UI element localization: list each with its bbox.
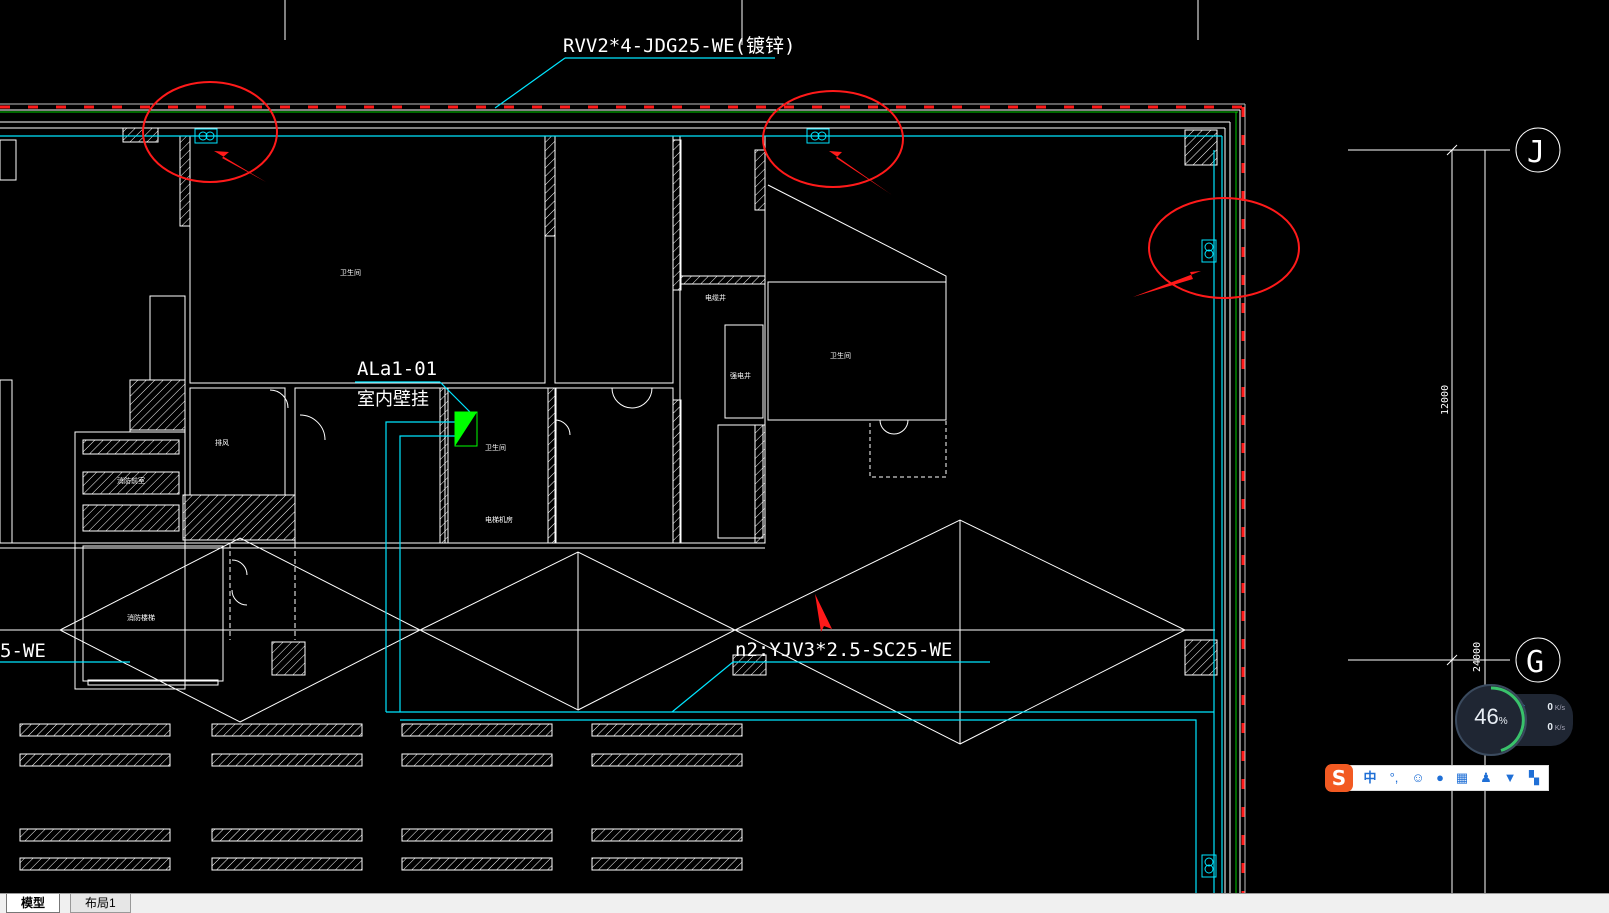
microphone-icon[interactable]: ● (1431, 769, 1449, 787)
axis-bubble-g: G (1526, 645, 1544, 680)
tab-layout1[interactable]: 布局1 (70, 894, 131, 913)
room-label: 消防前室 (117, 476, 145, 485)
axis-bubble-j: J (1527, 135, 1545, 170)
room-label: 卫生间 (485, 443, 506, 452)
dimension-24000: 24000 (1472, 642, 1483, 672)
dimension-12000: 12000 (1440, 385, 1451, 415)
cad-model-space[interactable]: RVV2*4-JDG25-WE(镀锌) 5-WE n2:YJV3*2.5-SC2… (0, 0, 1609, 893)
cable-label-top: RVV2*4-JDG25-WE(镀锌) (563, 35, 795, 57)
distribution-panel-ala1-01[interactable] (454, 411, 478, 447)
room-label: 消防楼梯 (127, 613, 155, 622)
room-label: 卫生间 (830, 351, 851, 360)
tab-model[interactable]: 模型 (6, 894, 61, 913)
toolbox-grid-icon[interactable]: ▚ (1525, 769, 1543, 787)
layout-tab-bar: 模型 布局1 (0, 893, 1609, 913)
cable-label-left: 5-WE (0, 640, 46, 662)
network-speed-widget[interactable]: ↑ 0K/s ↓ 0K/s 46% (1455, 684, 1573, 756)
download-unit: K/s (1554, 725, 1565, 732)
skin-shirt-icon[interactable]: ▼ (1501, 769, 1519, 787)
review-markup-circles (142, 81, 1300, 299)
room-label: 强电井 (730, 371, 751, 380)
download-speed: ↓ 0K/s (1521, 722, 1571, 733)
room-label: 排风 (215, 438, 229, 447)
panel-desc-label: 室内壁挂 (357, 389, 429, 410)
parking-stall-rows (19, 723, 743, 871)
user-icon[interactable]: ♟ (1477, 769, 1495, 787)
room-label: 卫生间 (340, 268, 361, 277)
upload-speed: ↑ 0K/s (1521, 702, 1571, 713)
cable-label-bottom: n2:YJV3*2.5-SC25-WE (735, 639, 952, 661)
room-label: 电缆井 (705, 293, 726, 302)
usage-percent: 46% (1461, 704, 1521, 730)
download-value: 0 (1547, 722, 1553, 733)
keyboard-icon[interactable]: ▦ (1453, 769, 1471, 787)
ime-toolbar[interactable]: S 中 °, ☺ ● ▦ ♟ ▼ ▚ (1325, 764, 1549, 792)
punctuation-toggle[interactable]: °, (1385, 769, 1403, 787)
ime-mode-toggle[interactable]: 中 (1361, 769, 1379, 787)
panel-id-label: ALa1-01 (357, 358, 437, 380)
usage-percent-value: 46 (1474, 704, 1499, 729)
drawing-canvas[interactable]: RVV2*4-JDG25-WE(镀锌) 5-WE n2:YJV3*2.5-SC2… (0, 0, 1609, 893)
sogou-logo-icon[interactable]: S (1325, 764, 1353, 792)
usage-percent-unit: % (1498, 716, 1508, 727)
emoji-icon[interactable]: ☺ (1409, 769, 1427, 787)
room-label: 电梯机房 (485, 515, 513, 524)
upload-value: 0 (1547, 702, 1553, 713)
upload-unit: K/s (1554, 705, 1565, 712)
